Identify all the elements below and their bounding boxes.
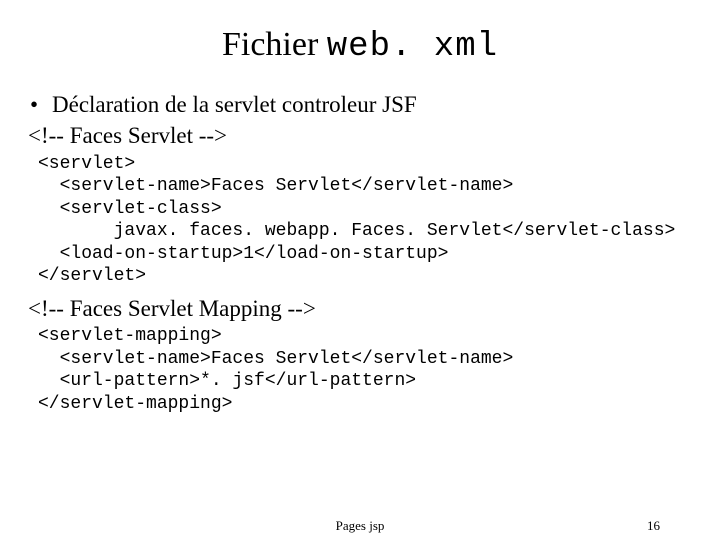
bullet-text: Déclaration de la servlet controleur JSF bbox=[52, 90, 692, 119]
footer-center-text: Pages jsp bbox=[0, 518, 720, 534]
slide-body: • Déclaration de la servlet controleur J… bbox=[28, 90, 692, 415]
bullet-dot-icon: • bbox=[28, 90, 52, 119]
footer-page-number: 16 bbox=[647, 518, 660, 534]
title-prefix: Fichier bbox=[222, 26, 327, 63]
bullet-row: • Déclaration de la servlet controleur J… bbox=[28, 90, 692, 119]
title-mono: web. xml bbox=[327, 28, 498, 66]
comment-line-1: <!-- Faces Servlet --> bbox=[28, 121, 692, 150]
slide: Fichier web. xml • Déclaration de la ser… bbox=[0, 0, 720, 540]
slide-title: Fichier web. xml bbox=[28, 26, 692, 66]
code-block-2: <servlet-mapping> <servlet-name>Faces Se… bbox=[38, 325, 692, 415]
code-block-1: <servlet> <servlet-name>Faces Servlet</s… bbox=[38, 153, 692, 288]
comment-line-2: <!-- Faces Servlet Mapping --> bbox=[28, 294, 692, 323]
